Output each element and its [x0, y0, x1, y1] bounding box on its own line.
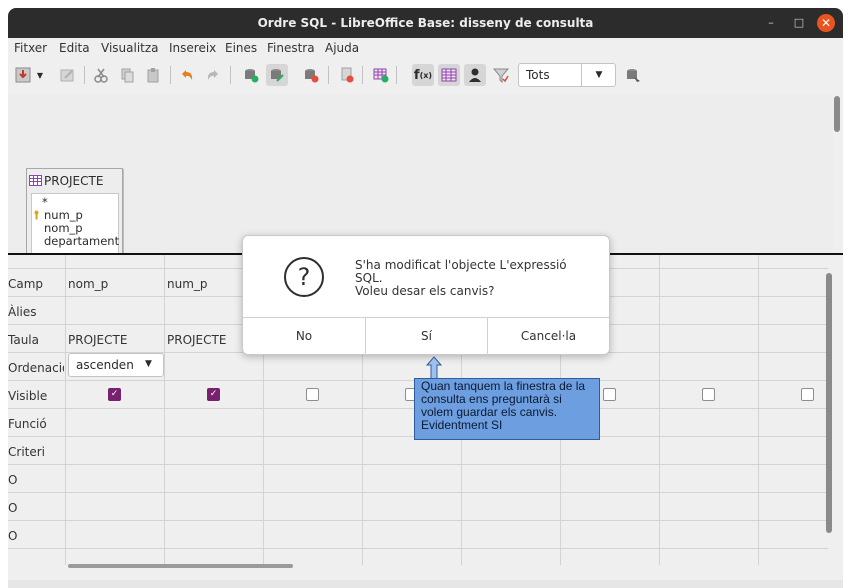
paste-icon[interactable]	[142, 64, 164, 86]
row-label-funcio: Funció	[8, 417, 47, 431]
undo-icon[interactable]	[176, 64, 198, 86]
row-label-camp: Camp	[8, 277, 44, 291]
add-table-icon[interactable]	[370, 64, 392, 86]
design-view-icon[interactable]	[266, 64, 288, 86]
menu-eines[interactable]: Eines	[225, 41, 257, 55]
visible-checkbox[interactable]	[801, 388, 814, 401]
status-strip	[8, 580, 843, 588]
table-name: PROJECTE	[44, 174, 104, 188]
table-names-icon[interactable]	[438, 64, 460, 86]
row-label-ordenacio: Ordenació	[8, 361, 64, 375]
row-label-o: O	[8, 501, 18, 515]
menu-ajuda[interactable]: Ajuda	[325, 41, 359, 55]
visible-checkbox[interactable]	[702, 388, 715, 401]
table-design-area: PROJECTE * num_p nom_p departament	[8, 94, 833, 305]
sql-view-icon[interactable]	[622, 64, 644, 86]
limit-combobox[interactable]: Tots ▼	[518, 63, 616, 87]
up-arrow-icon	[426, 356, 442, 380]
window-title: Ordre SQL - LibreOffice Base: disseny de…	[257, 16, 594, 30]
limit-value: Tots	[526, 68, 550, 82]
table-icon	[29, 175, 42, 186]
dialog-message: S'ha modificat l'objecte L'expressió SQL…	[355, 259, 595, 298]
grid-horizontal-scrollbar[interactable]	[68, 564, 293, 568]
row-label-o: O	[8, 529, 18, 543]
row-label-criteri: Criteri	[8, 445, 46, 459]
row-label-taula: Taula	[8, 333, 39, 347]
question-icon: ?	[284, 257, 324, 297]
cell-camp[interactable]: num_p	[167, 277, 208, 291]
field-list: * num_p nom_p departament	[31, 193, 119, 262]
clear-query-icon[interactable]	[300, 64, 322, 86]
field-all[interactable]: *	[42, 196, 48, 208]
row-label-alies: Àlies	[8, 305, 37, 319]
save-changes-dialog: ? S'ha modificat l'objecte L'expressió S…	[242, 235, 610, 355]
alias-icon[interactable]	[464, 64, 486, 86]
dialog-buttons: No Sí Cancel·la	[243, 317, 609, 355]
edit-icon[interactable]	[56, 64, 78, 86]
run-query-icon[interactable]	[240, 64, 262, 86]
redo-icon[interactable]	[202, 64, 224, 86]
table-window-header[interactable]: PROJECTE	[27, 173, 122, 191]
visible-checkbox[interactable]: ✓	[207, 388, 220, 401]
sort-order-select[interactable]: ascenden ▼	[68, 353, 164, 377]
vertical-scrollbar[interactable]	[834, 96, 840, 132]
cancel-button[interactable]: Cancel·la	[488, 318, 609, 355]
distinct-values-icon[interactable]	[490, 64, 512, 86]
annotation-callout: Quan tanquem la finestra de la consulta …	[414, 378, 600, 440]
row-label-visible: Visible	[8, 389, 48, 403]
visible-checkbox[interactable]: ✓	[108, 388, 121, 401]
table-window-projecte[interactable]: PROJECTE * num_p nom_p departament	[26, 168, 123, 266]
menu-bar: Fitxer Edita Visualitza Insereix Eines F…	[8, 38, 843, 60]
toolbar: ▼ f (x) Tots ▼	[8, 60, 843, 90]
cut-icon[interactable]	[90, 64, 112, 86]
close-icon[interactable]: ✕	[817, 14, 835, 32]
minimize-icon[interactable]: –	[763, 15, 779, 31]
row-label-o: O	[8, 473, 18, 487]
chevron-down-icon[interactable]: ▼	[581, 64, 616, 86]
save-dropdown-icon[interactable]: ▼	[34, 64, 46, 86]
menu-edita[interactable]: Edita	[59, 41, 90, 55]
copy-icon[interactable]	[116, 64, 138, 86]
dialog-message-line1: S'ha modificat l'objecte L'expressió SQL…	[355, 258, 567, 285]
field-num-p[interactable]: num_p	[44, 209, 83, 221]
cell-taula[interactable]: PROJECTE	[68, 333, 127, 347]
title-bar: Ordre SQL - LibreOffice Base: disseny de…	[8, 8, 843, 38]
maximize-icon[interactable]: □	[791, 15, 807, 31]
no-button[interactable]: No	[243, 318, 365, 355]
cell-camp[interactable]: nom_p	[68, 277, 108, 291]
dialog-message-line2: Voleu desar els canvis?	[355, 284, 495, 298]
cell-taula[interactable]: PROJECTE	[167, 333, 226, 347]
visible-checkbox[interactable]	[306, 388, 319, 401]
save-icon[interactable]	[12, 64, 34, 86]
grid-vertical-scrollbar[interactable]	[826, 273, 832, 533]
chevron-down-icon[interactable]: ▼	[145, 359, 152, 369]
key-icon	[33, 210, 40, 220]
menu-insereix[interactable]: Insereix	[169, 41, 216, 55]
menu-visualitza[interactable]: Visualitza	[101, 41, 159, 55]
menu-finestra[interactable]: Finestra	[267, 41, 315, 55]
menu-fitxer[interactable]: Fitxer	[14, 41, 47, 55]
sort-order-value: ascenden	[76, 358, 134, 372]
yes-button[interactable]: Sí	[366, 318, 487, 355]
field-departament[interactable]: departament	[44, 235, 119, 247]
functions-icon[interactable]: f (x)	[412, 64, 434, 86]
visible-checkbox[interactable]	[603, 388, 616, 401]
field-nom-p[interactable]: nom_p	[44, 222, 83, 234]
delete-icon[interactable]	[336, 64, 358, 86]
